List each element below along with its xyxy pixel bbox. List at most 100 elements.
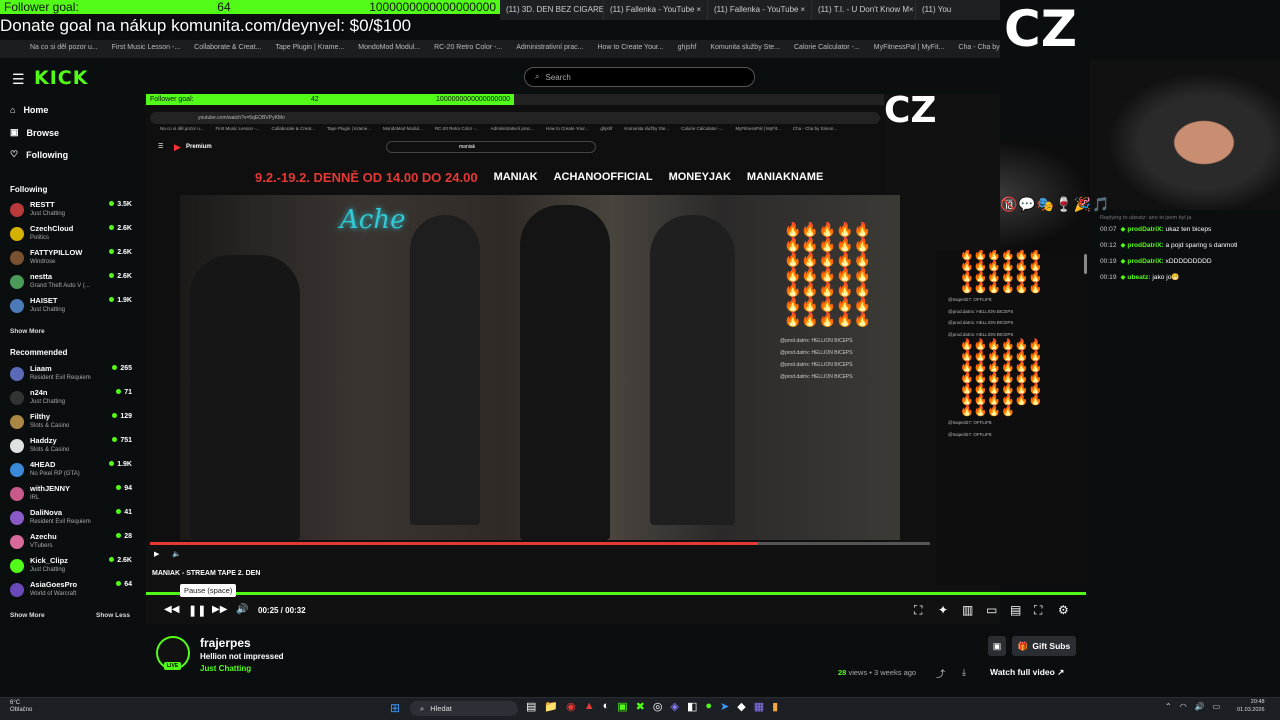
app-icon[interactable]: ▣ bbox=[617, 700, 627, 713]
telegram-icon[interactable]: ➤ bbox=[720, 700, 729, 713]
volume-icon[interactable]: 🔊 bbox=[236, 604, 248, 615]
chat-username[interactable]: prodDatriX: bbox=[1127, 226, 1163, 233]
steam-icon[interactable]: ◎ bbox=[653, 700, 663, 713]
close-tab-icon[interactable]: × bbox=[696, 5, 701, 15]
download-icon[interactable]: ⤓ bbox=[962, 667, 966, 678]
bookmark-item[interactable]: Calorie Calculator -... bbox=[794, 44, 860, 54]
channel-item[interactable]: Azechu VTubers 28 bbox=[10, 531, 132, 553]
taskbar-clock[interactable]: 20:48 01.03.2026 bbox=[1237, 699, 1265, 714]
taskbar-search[interactable]: ⌕ Hledat bbox=[410, 701, 518, 716]
wifi-icon[interactable]: ◠ bbox=[1180, 702, 1187, 711]
nav-browse[interactable]: ▣ Browse bbox=[10, 127, 59, 138]
inner-bookmark: MyFitnessPal | MyFit... bbox=[735, 126, 781, 131]
spotify-icon[interactable]: ● bbox=[705, 700, 712, 713]
bookmark-item[interactable]: How to Create Your... bbox=[598, 44, 664, 54]
app-icon[interactable]: ▦ bbox=[754, 700, 764, 713]
task-view-icon[interactable]: ▤ bbox=[526, 700, 536, 713]
show-less-recommended[interactable]: Show Less bbox=[96, 612, 130, 619]
channel-name: Haddzy bbox=[30, 436, 57, 445]
bookmark-item[interactable]: ghjshf bbox=[678, 44, 697, 54]
chat-scrollbar[interactable] bbox=[1084, 254, 1087, 274]
kick-logo[interactable]: KICK bbox=[34, 67, 88, 89]
close-tab-icon[interactable]: × bbox=[800, 5, 805, 15]
channel-item[interactable]: AsiaGoesPro World of Warcraft 64 bbox=[10, 579, 132, 601]
channel-item[interactable]: nestta Grand Theft Auto V (... 2.6K bbox=[10, 271, 132, 293]
channel-item[interactable]: withJENNY IRL 94 bbox=[10, 483, 132, 505]
sparkle-icon[interactable]: ✦ bbox=[938, 603, 948, 617]
search-input[interactable]: ⌕ Search bbox=[524, 67, 755, 87]
app-icon[interactable]: ◆ bbox=[737, 700, 745, 713]
browser-tab[interactable]: (11) T.I. - U Don't Know M × bbox=[812, 0, 916, 20]
share-icon[interactable]: ⤴ bbox=[936, 667, 945, 680]
bookmark-item[interactable]: Na co si děl pozor u... bbox=[30, 44, 98, 54]
channel-avatar bbox=[10, 415, 24, 429]
bookmark-item[interactable]: Collaborate & Creat... bbox=[194, 44, 261, 54]
windows-start-icon[interactable]: ⊞ bbox=[390, 701, 400, 715]
channel-item[interactable]: Filthy Slots & Casino 129 bbox=[10, 411, 132, 433]
chrome-icon[interactable]: ◉ bbox=[566, 700, 576, 713]
bookmark-item[interactable]: RC-20 Retro Color -... bbox=[434, 44, 502, 54]
settings-icon[interactable]: ⚙ bbox=[1058, 603, 1069, 617]
weather-widget[interactable]: 6°C Oblačno bbox=[10, 700, 32, 714]
hamburger-menu-icon[interactable]: ☰ bbox=[12, 71, 25, 88]
watch-full-video-button[interactable]: Watch full video ↗ bbox=[990, 667, 1064, 678]
close-tab-icon[interactable]: × bbox=[909, 5, 914, 15]
xbox-icon[interactable]: ✖ bbox=[636, 700, 645, 713]
pause-tooltip: Pause (space) bbox=[180, 584, 237, 597]
channel-item[interactable]: DaliNova Resident Evil Requiem 41 bbox=[10, 507, 132, 529]
channel-options-button[interactable]: ▣ bbox=[988, 636, 1006, 656]
fullscreen-icon[interactable]: ⛶ bbox=[1034, 603, 1042, 618]
yt-play-icon[interactable]: ▶ bbox=[154, 550, 159, 558]
yt-volume-icon[interactable]: 🔈 bbox=[172, 550, 181, 558]
discord-icon[interactable]: ◈ bbox=[671, 700, 679, 713]
bookmark-item[interactable]: Tape Plugin | Krame... bbox=[275, 44, 344, 54]
nav-home[interactable]: ⌂ Home bbox=[10, 105, 48, 115]
kick-progress-bar[interactable] bbox=[146, 592, 1086, 595]
channel-item[interactable]: Liaam Resident Evil Requiem 265 bbox=[10, 363, 132, 385]
app-icon[interactable]: ▲ bbox=[584, 700, 595, 713]
show-more-recommended[interactable]: Show More bbox=[10, 612, 45, 619]
bookmark-item[interactable]: Cha - Cha by Simon... bbox=[958, 44, 1000, 54]
bookmark-item[interactable]: Administrativní prac... bbox=[516, 44, 583, 54]
channel-item[interactable]: n24n Just Chatting 71 bbox=[10, 387, 132, 409]
clip-icon[interactable]: ⛶ bbox=[914, 603, 922, 618]
channel-item[interactable]: Kick_Clipz Just Chatting 2.6K bbox=[10, 555, 132, 577]
nav-following[interactable]: ♡ Following bbox=[10, 149, 68, 160]
channel-item[interactable]: 4HEAD No Pixel RP (GTA) 1.9K bbox=[10, 459, 132, 481]
channel-item[interactable]: Haddzy Slots & Casino 751 bbox=[10, 435, 132, 457]
forward-icon[interactable]: ▶▶ bbox=[212, 604, 227, 615]
yt-progress-bar[interactable] bbox=[150, 542, 930, 545]
app-icon[interactable]: ▮ bbox=[772, 700, 778, 713]
show-more-following[interactable]: Show More bbox=[10, 328, 45, 335]
theater-icon[interactable]: ▭ bbox=[986, 603, 997, 617]
browser-tab[interactable]: (11) Fallenka - YouTube × bbox=[708, 0, 812, 20]
channel-item[interactable]: FATTYPILLOW Windrose 2.6K bbox=[10, 247, 132, 269]
chat-username[interactable]: prodDatriX: bbox=[1127, 242, 1163, 249]
pip-icon[interactable]: ▤ bbox=[1010, 603, 1021, 617]
stream-category[interactable]: Just Chatting bbox=[200, 664, 251, 673]
file-explorer-icon[interactable]: 📁 bbox=[544, 700, 558, 713]
channel-item[interactable]: HAISET Just Chatting 1.9K bbox=[10, 295, 132, 317]
gift-subs-button[interactable]: 🎁 Gift Subs bbox=[1012, 636, 1076, 656]
app-icon[interactable]: ◧ bbox=[687, 700, 697, 713]
browser-tab[interactable]: (11) You× bbox=[916, 0, 1000, 20]
bookmark-item[interactable]: Komunita služby Ste... bbox=[710, 44, 780, 54]
bookmark-item[interactable]: First Music Lesson -... bbox=[112, 44, 180, 54]
bookmark-item[interactable]: MondoMod Modul... bbox=[358, 44, 420, 54]
pause-icon[interactable]: ❚❚ bbox=[188, 604, 206, 617]
stats-icon[interactable]: ▥ bbox=[962, 603, 973, 617]
channel-item[interactable]: RESTT Just Chatting 3.5K bbox=[10, 199, 132, 221]
app-icon[interactable]: ◐ bbox=[603, 700, 610, 713]
rewind-icon[interactable]: ◀◀ bbox=[164, 604, 179, 615]
chat-username[interactable]: prodDatriX: bbox=[1127, 258, 1163, 265]
chat-username[interactable]: ubeatz: bbox=[1127, 274, 1150, 281]
volume-icon[interactable]: 🔊 bbox=[1195, 702, 1205, 711]
channel-name[interactable]: frajerpes bbox=[200, 636, 251, 650]
browser-tab[interactable]: (11) 3D. DEN BEZ CIGARE× bbox=[500, 0, 604, 20]
browser-tab[interactable]: (11) Fallenka - YouTube × bbox=[604, 0, 708, 20]
chevron-up-icon[interactable]: ⌃ bbox=[1165, 702, 1172, 711]
battery-icon[interactable]: ▭ bbox=[1213, 702, 1221, 711]
channel-item[interactable]: CzechCloud Politics 2.6K bbox=[10, 223, 132, 245]
bookmark-item[interactable]: MyFitnessPal | MyFit... bbox=[874, 44, 945, 54]
browse-icon: ▣ bbox=[10, 127, 19, 137]
